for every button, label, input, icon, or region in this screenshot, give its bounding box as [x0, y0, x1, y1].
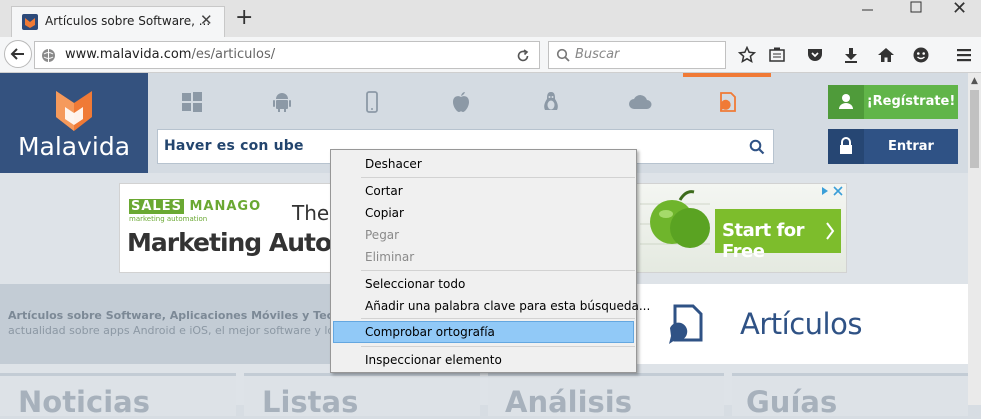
menu-item-inspect[interactable]: Inspeccionar elemento: [333, 349, 634, 371]
reading-list-icon[interactable]: [768, 46, 786, 64]
chevron-right-icon: [825, 221, 835, 241]
download-icon[interactable]: [842, 46, 860, 64]
linux-icon[interactable]: [540, 91, 562, 113]
section-description-text: actualidad sobre apps Android e iOS, el …: [8, 324, 335, 337]
login-label: Entrar: [888, 139, 934, 154]
windows-icon[interactable]: [181, 91, 203, 113]
url-bar[interactable]: www.malavida.com/es/articulos/: [34, 41, 540, 69]
menu-separator: [361, 346, 635, 347]
scroll-up-icon[interactable]: ▲: [968, 73, 981, 89]
active-platform-indicator: [683, 73, 771, 77]
menu-item-spell-check[interactable]: Comprobar ortografía: [333, 321, 634, 343]
apple-icon[interactable]: [450, 91, 472, 113]
tab-noticias-label: Noticias: [18, 385, 150, 419]
menu-icon[interactable]: [955, 46, 973, 64]
menu-separator: [361, 177, 635, 178]
menu-item-delete[interactable]: Eliminar: [333, 246, 634, 268]
tab-analisis-label: Análisis: [505, 385, 633, 419]
site-identity-icon[interactable]: [41, 48, 56, 63]
home-icon[interactable]: [877, 46, 895, 64]
menu-item-cut[interactable]: Cortar: [333, 180, 634, 202]
articles-large-icon: [667, 304, 707, 346]
tab-title: Artículos sobre Software, ...: [45, 14, 211, 28]
android-icon[interactable]: [271, 91, 293, 113]
reload-icon[interactable]: [515, 48, 531, 64]
window-close-icon[interactable]: ✕: [952, 0, 967, 19]
menu-separator: [361, 318, 635, 319]
maximize-icon[interactable]: [906, 0, 926, 16]
ad-cta-label: Start for Free: [722, 220, 805, 262]
tab-listas-label: Listas: [262, 385, 359, 419]
bookmark-star-icon[interactable]: [738, 46, 756, 64]
register-label: ¡Regístrate!: [866, 94, 956, 109]
site-search-value[interactable]: Haver es con ube: [164, 138, 304, 154]
new-tab-button[interactable]: +: [235, 7, 253, 29]
lock-icon: [828, 129, 864, 164]
menu-item-undo[interactable]: Deshacer: [333, 153, 634, 175]
articles-title: Artículos: [740, 307, 862, 341]
tab-close-icon[interactable]: ✕: [200, 11, 213, 29]
cloud-icon[interactable]: [628, 91, 652, 113]
hello-icon[interactable]: [912, 46, 930, 64]
browser-tab[interactable]: Artículos sobre Software, ... ✕: [11, 6, 225, 37]
menu-item-copy[interactable]: Copiar: [333, 202, 634, 224]
articles-icon[interactable]: [717, 91, 739, 113]
site-search-icon[interactable]: [749, 139, 765, 155]
adchoices-icon[interactable]: [820, 185, 845, 197]
user-icon: [828, 85, 864, 119]
context-menu: Deshacer Cortar Copiar Pegar Eliminar Se…: [330, 149, 650, 373]
menu-item-add-keyword[interactable]: Añadir una palabra clave para esta búsqu…: [333, 295, 650, 317]
scrollbar-thumb[interactable]: [970, 90, 979, 168]
minimize-icon[interactable]: [858, 2, 878, 16]
login-button[interactable]: Entrar: [828, 129, 958, 164]
search-icon: [556, 48, 571, 63]
back-button[interactable]: [4, 40, 32, 68]
iphone-icon[interactable]: [361, 91, 383, 113]
menu-item-select-all[interactable]: Seleccionar todo: [333, 273, 634, 295]
search-bar[interactable]: Buscar: [548, 41, 726, 69]
pocket-icon[interactable]: [806, 46, 824, 64]
tab-guias-label: Guías: [746, 385, 838, 419]
malavida-logo-icon: [53, 87, 95, 133]
ad-tagline: marketing automation: [129, 215, 208, 223]
ad-cta-button[interactable]: Start for Free: [715, 209, 841, 262]
menu-separator: [361, 270, 635, 271]
ad-brand: SALES MANAGO: [129, 199, 262, 214]
navigation-toolbar: www.malavida.com/es/articulos/ Buscar: [0, 37, 981, 73]
search-placeholder: Buscar: [575, 47, 620, 62]
logo-text: Malavida: [17, 132, 131, 161]
menu-item-paste[interactable]: Pegar: [333, 224, 634, 246]
favicon-icon: [22, 14, 38, 30]
register-button[interactable]: ¡Regístrate!: [828, 85, 958, 119]
url-text[interactable]: www.malavida.com/es/articulos/: [65, 47, 275, 62]
section-description-title: Artículos sobre Software, Aplicaciones M…: [8, 309, 334, 322]
back-arrow-icon: [10, 48, 24, 60]
